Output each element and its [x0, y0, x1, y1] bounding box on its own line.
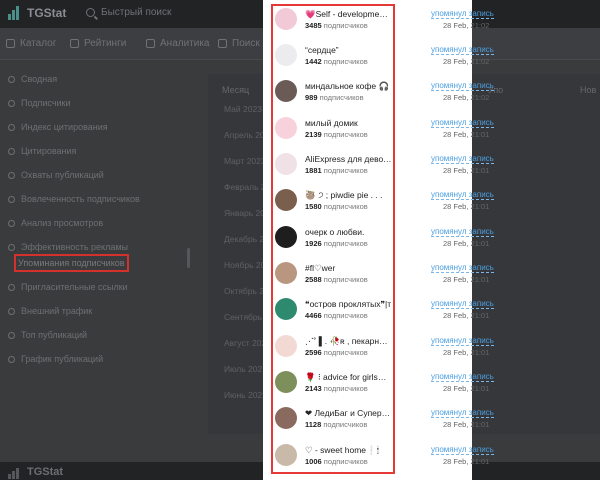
search-icon: [86, 8, 95, 17]
nav-ratings[interactable]: Рейтинги: [70, 38, 126, 49]
mention-date: 28 Feb, 21:01: [443, 384, 490, 393]
search-nav-icon: [218, 39, 227, 48]
sidebar-item-summary[interactable]: Сводная: [8, 74, 57, 84]
mention-link[interactable]: упомянул запись: [431, 299, 494, 309]
invite-links-icon: [8, 283, 15, 291]
new-column-header: Нов: [580, 85, 597, 95]
sidebar-item-reach[interactable]: Охваты публикаций: [8, 170, 104, 180]
footer-logo: TGStat: [8, 465, 63, 479]
sidebar-item-views[interactable]: Анализ просмотров: [8, 218, 103, 228]
ads-icon: [8, 243, 15, 251]
summary-icon: [8, 75, 15, 83]
mention-link[interactable]: упомянул запись: [431, 336, 494, 346]
nav-analytics[interactable]: Аналитика: [146, 38, 210, 49]
search-placeholder: Быстрый поиск: [101, 7, 172, 18]
search-input[interactable]: Быстрый поиск: [86, 7, 171, 18]
mention-date: 28 Feb, 21:02: [443, 57, 490, 66]
mention-link[interactable]: упомянул запись: [431, 408, 494, 418]
mention-date: 28 Feb, 21:02: [443, 21, 490, 30]
views-icon: [8, 219, 15, 227]
mention-link[interactable]: упомянул запись: [431, 154, 494, 164]
mention-link[interactable]: упомянул запись: [431, 45, 494, 55]
mention-date: 28 Feb, 21:01: [443, 275, 490, 284]
sidebar-item-external-traffic[interactable]: Внешний трафик: [8, 306, 92, 316]
sidebar-item-mentions[interactable]: Упоминания подписчиков: [14, 254, 129, 272]
engagement-icon: [8, 195, 15, 203]
logo-bars-icon: [8, 6, 22, 20]
subscribers-icon: [8, 99, 15, 107]
sidebar-scrollbar[interactable]: [187, 248, 190, 268]
mention-date: 28 Feb, 21:01: [443, 166, 490, 175]
top-posts-icon: [8, 331, 15, 339]
sidebar-item-invite-links[interactable]: Пригласительные ссылки: [8, 282, 128, 292]
logo-text: TGStat: [27, 6, 67, 20]
mention-date: 28 Feb, 21:01: [443, 311, 490, 320]
month-column-header: Месяц: [222, 85, 250, 95]
mention-date: 28 Feb, 21:02: [443, 93, 490, 102]
sidebar-item-top-posts[interactable]: Топ публикаций: [8, 330, 87, 340]
month-cell: Март 2023: [224, 156, 266, 166]
external-traffic-icon: [8, 307, 15, 315]
mention-link[interactable]: упомянул запись: [431, 227, 494, 237]
sidebar-item-ads[interactable]: Эффективность рекламы: [8, 242, 128, 252]
mention-date: 28 Feb, 21:01: [443, 420, 490, 429]
mention-link[interactable]: упомянул запись: [431, 190, 494, 200]
nav-catalog[interactable]: Каталог: [6, 38, 56, 49]
mention-link[interactable]: упомянул запись: [431, 118, 494, 128]
mention-link[interactable]: упомянул запись: [431, 9, 494, 19]
mention-link[interactable]: упомянул запись: [431, 445, 494, 455]
mention-date: 28 Feb, 21:01: [443, 457, 490, 466]
mention-link[interactable]: упомянул запись: [431, 81, 494, 91]
tgstat-logo[interactable]: TGStat: [8, 6, 66, 20]
citations-icon: [8, 147, 15, 155]
mention-date: 28 Feb, 21:01: [443, 130, 490, 139]
sidebar-item-citations[interactable]: Цитирования: [8, 146, 76, 156]
sidebar-item-post-schedule[interactable]: График публикаций: [8, 354, 103, 364]
sidebar-item-subscribers[interactable]: Подписчики: [8, 98, 71, 108]
catalog-icon: [6, 39, 15, 48]
footer-logo-bars-icon: [8, 465, 22, 479]
ratings-icon: [70, 39, 79, 48]
analytics-icon: [146, 39, 155, 48]
month-cell: Июнь 2022: [224, 390, 267, 400]
citation-index-icon: [8, 123, 15, 131]
post-schedule-icon: [8, 355, 15, 363]
month-cell: Июль 2022: [224, 364, 267, 374]
mention-date: 28 Feb, 21:01: [443, 348, 490, 357]
mention-date: 28 Feb, 21:01: [443, 239, 490, 248]
sidebar-item-engagement[interactable]: Вовлеченность подписчиков: [8, 194, 140, 204]
highlight-box: [271, 4, 395, 474]
reach-icon: [8, 171, 15, 179]
mention-link[interactable]: упомянул запись: [431, 263, 494, 273]
month-cell: Май 2023: [224, 104, 262, 114]
sidebar-item-citation-index[interactable]: Индекс цитирования: [8, 122, 108, 132]
mention-link[interactable]: упомянул запись: [431, 372, 494, 382]
mention-date: 28 Feb, 21:01: [443, 202, 490, 211]
